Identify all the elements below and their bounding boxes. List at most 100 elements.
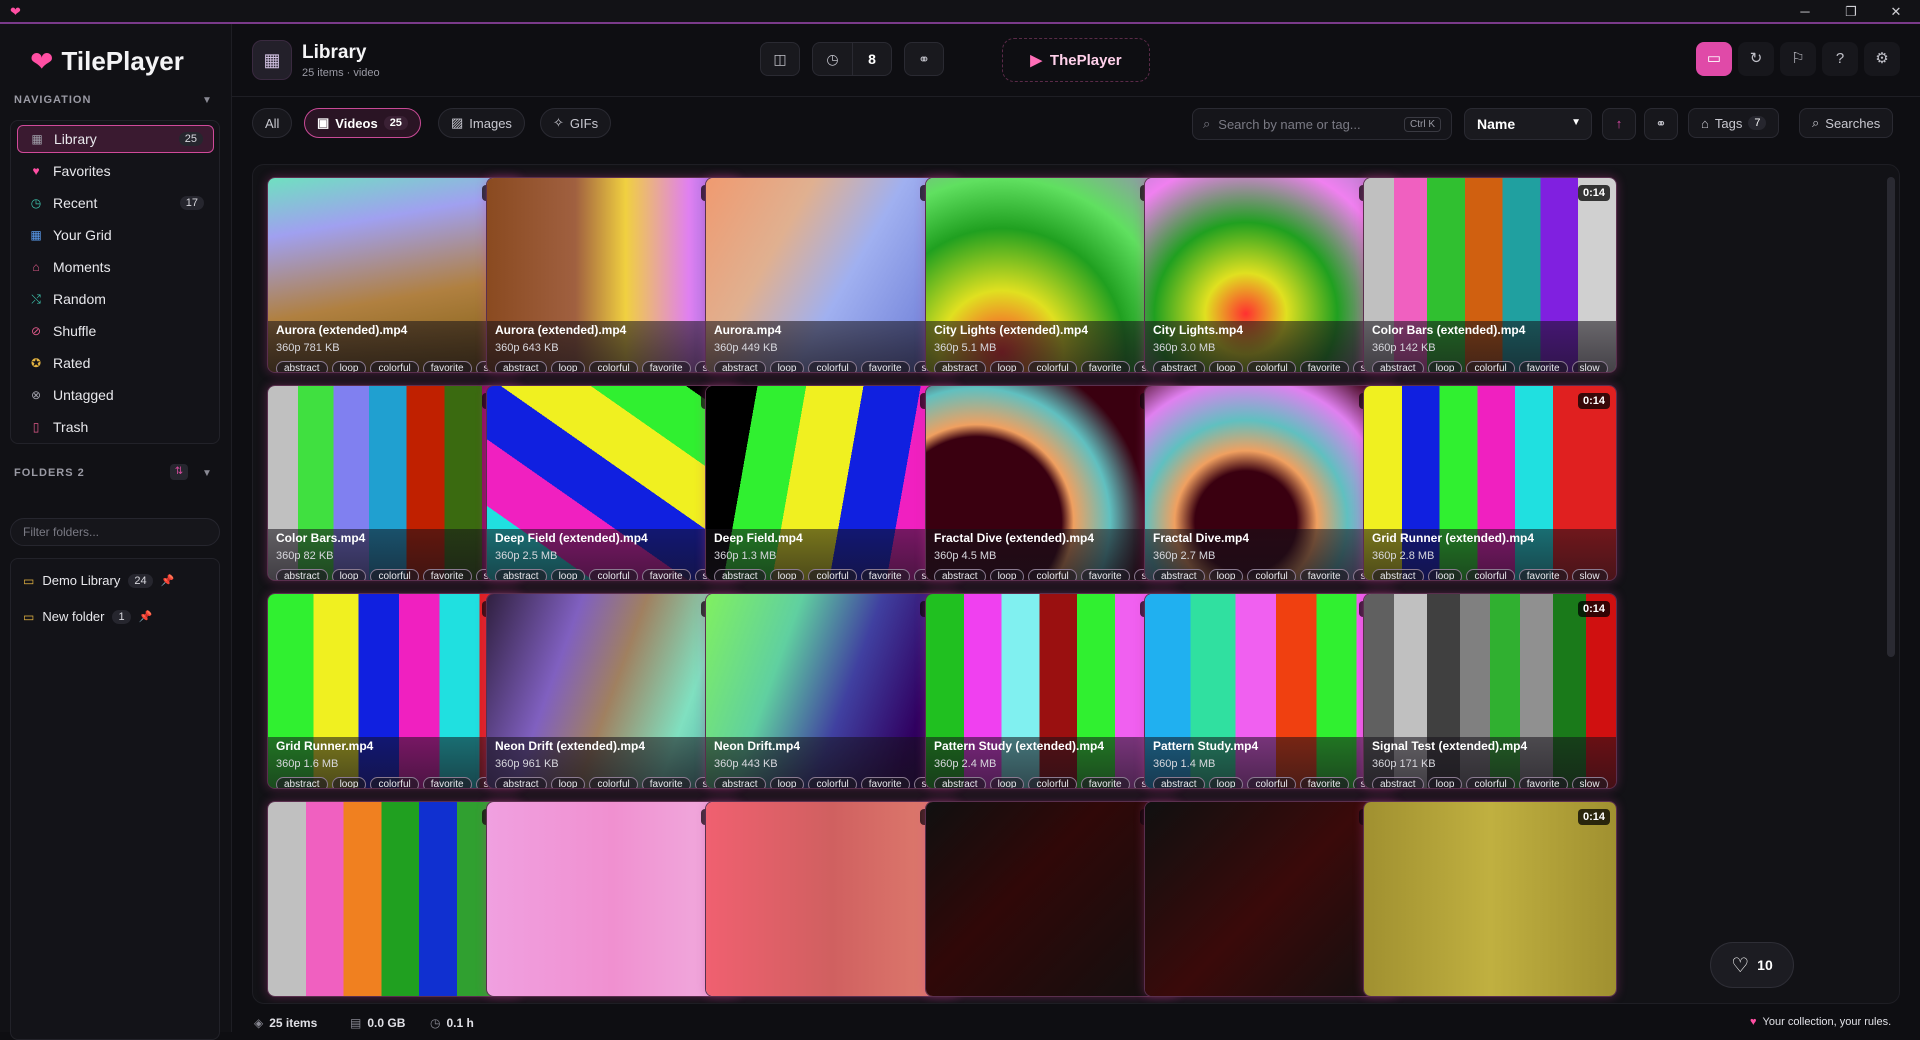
media-card[interactable]: 0:14 bbox=[486, 801, 740, 997]
tag-chip[interactable]: favorite bbox=[860, 361, 910, 372]
tag-chip[interactable]: colorful bbox=[1466, 777, 1515, 788]
tag-chip[interactable]: colorful bbox=[1247, 569, 1296, 580]
sidebar-item-favorites[interactable]: ♥ Favorites bbox=[17, 157, 214, 185]
tag-chip[interactable]: abstract bbox=[934, 361, 986, 372]
tag-chip[interactable]: abstract bbox=[1153, 777, 1205, 788]
tag-chip[interactable]: abstract bbox=[1153, 569, 1205, 580]
tag-chip[interactable]: abstract bbox=[1372, 777, 1424, 788]
tag-chip[interactable]: abstract bbox=[1153, 361, 1205, 372]
tag-chip[interactable]: favorite bbox=[422, 361, 472, 372]
tag-chip[interactable]: loop bbox=[1427, 777, 1463, 788]
clock-icon[interactable]: ◷ bbox=[812, 42, 852, 76]
tag-chip[interactable]: abstract bbox=[495, 777, 547, 788]
tag-chip[interactable]: slow bbox=[1571, 361, 1608, 372]
tag-chip[interactable]: loop bbox=[989, 777, 1025, 788]
tag-chip[interactable]: favorite bbox=[1080, 361, 1130, 372]
tag-chip[interactable]: favorite bbox=[1299, 777, 1349, 788]
pin-icon[interactable]: 📌 bbox=[161, 574, 175, 587]
tag-chip[interactable]: abstract bbox=[714, 361, 766, 372]
sidebar-item-library[interactable]: ▦ Library 25 bbox=[17, 125, 214, 153]
sidebar-item-untagged[interactable]: ⊗ Untagged bbox=[17, 381, 214, 409]
link-icon[interactable]: ⚭ bbox=[1644, 108, 1678, 140]
media-card[interactable]: 0:08City Lights.mp4360p 3.0 MBabstractlo… bbox=[1144, 177, 1398, 373]
folder-open-icon[interactable]: ▭ bbox=[1696, 42, 1732, 76]
sidebar-item-rated[interactable]: ✪ Rated bbox=[17, 349, 214, 377]
tag-chip[interactable]: loop bbox=[331, 361, 367, 372]
tag-chip[interactable]: loop bbox=[1208, 569, 1244, 580]
media-card[interactable]: 0:08 bbox=[1144, 801, 1398, 997]
tag-chip[interactable]: loop bbox=[550, 777, 586, 788]
chevron-down-icon[interactable]: ▼ bbox=[202, 95, 212, 106]
help-icon[interactable]: ? bbox=[1822, 42, 1858, 76]
filter-folders-input[interactable]: Filter folders... bbox=[10, 518, 220, 546]
tag-chip[interactable]: loop bbox=[1208, 361, 1244, 372]
filter-all[interactable]: All bbox=[252, 108, 293, 138]
tag-chip[interactable]: abstract bbox=[1372, 361, 1424, 372]
tag-chip[interactable]: colorful bbox=[370, 777, 419, 788]
media-card[interactable]: 0:08Pattern Study.mp4360p 1.4 MBabstract… bbox=[1144, 593, 1398, 789]
tag-chip[interactable]: colorful bbox=[1247, 361, 1296, 372]
tag-chip[interactable]: abstract bbox=[934, 777, 986, 788]
tag-chip[interactable]: favorite bbox=[1518, 569, 1568, 580]
favorites-counter[interactable]: ♡ 10 bbox=[1710, 942, 1794, 988]
media-card[interactable]: 0:14 bbox=[925, 801, 1179, 997]
bookmark-icon[interactable]: ⚐ bbox=[1780, 42, 1816, 76]
tag-chip[interactable]: loop bbox=[1427, 361, 1463, 372]
refresh-icon[interactable]: ↻ bbox=[1738, 42, 1774, 76]
sidebar-item-trash[interactable]: ▯ Trash bbox=[17, 413, 214, 441]
tag-chip[interactable]: abstract bbox=[934, 569, 986, 580]
tag-chip[interactable]: slow bbox=[1571, 777, 1608, 788]
media-card[interactable]: 0:14Deep Field (extended).mp4360p 2.5 MB… bbox=[486, 385, 740, 581]
gear-icon[interactable]: ⚙ bbox=[1864, 42, 1900, 76]
media-card[interactable]: 0:08 bbox=[705, 801, 959, 997]
tag-chip[interactable]: colorful bbox=[1028, 361, 1077, 372]
searches-button[interactable]: ⌕ Searches bbox=[1799, 108, 1894, 138]
tag-chip[interactable]: loop bbox=[769, 777, 805, 788]
filter-gifs[interactable]: ✧ GIFs bbox=[540, 108, 612, 138]
tag-chip[interactable]: loop bbox=[769, 569, 805, 580]
media-card[interactable]: 0:08Fractal Dive.mp4360p 2.7 MBabstractl… bbox=[1144, 385, 1398, 581]
tag-chip[interactable]: colorful bbox=[808, 569, 857, 580]
tag-chip[interactable]: abstract bbox=[1372, 569, 1424, 580]
tags-button[interactable]: ⌂ Tags 7 bbox=[1688, 108, 1780, 138]
tag-chip[interactable]: favorite bbox=[860, 777, 910, 788]
media-card[interactable]: 0:14City Lights (extended).mp4360p 5.1 M… bbox=[925, 177, 1179, 373]
media-card[interactable]: 0:14 Signal Test (extended).mp4 360p 171 K… bbox=[1363, 593, 1617, 789]
media-card[interactable]: 0:14Aurora (extended).mp4360p 781 KBabst… bbox=[267, 177, 521, 373]
clip-icon[interactable]: ◫ bbox=[760, 42, 800, 76]
tag-chip[interactable]: loop bbox=[331, 777, 367, 788]
tag-chip[interactable]: colorful bbox=[370, 361, 419, 372]
close-button[interactable]: ✕ bbox=[1876, 2, 1916, 22]
media-card[interactable]: 0:08Grid Runner.mp4360p 1.6 MBabstractlo… bbox=[267, 593, 521, 789]
tag-chip[interactable]: abstract bbox=[495, 569, 547, 580]
tag-chip[interactable]: favorite bbox=[422, 569, 472, 580]
tag-chip[interactable]: colorful bbox=[808, 777, 857, 788]
media-card[interactable]: 0:08Neon Drift.mp4360p 443 KBabstractloo… bbox=[705, 593, 959, 789]
media-card[interactable]: 0:14 Grid Runner (extended).mp4 360p 2.8 M… bbox=[1363, 385, 1617, 581]
sidebar-item-your-grid[interactable]: ▦ Your Grid bbox=[17, 221, 214, 249]
tag-chip[interactable]: colorful bbox=[1028, 777, 1077, 788]
folder-item[interactable]: ▭ Demo Library 24 📌 bbox=[23, 573, 174, 588]
media-card[interactable]: 0:14Aurora (extended).mp4360p 643 KBabst… bbox=[486, 177, 740, 373]
media-card[interactable]: 0:14 Color Bars (extended).mp4 360p 142 KB… bbox=[1363, 177, 1617, 373]
tag-chip[interactable]: colorful bbox=[1466, 569, 1515, 580]
tag-chip[interactable]: loop bbox=[769, 361, 805, 372]
media-card[interactable]: 0:14Pattern Study (extended).mp4360p 2.4… bbox=[925, 593, 1179, 789]
media-card[interactable]: 0:08 bbox=[267, 801, 521, 997]
sort-select[interactable]: Name ▼ bbox=[1464, 108, 1592, 140]
tag-chip[interactable]: favorite bbox=[641, 777, 691, 788]
link-icon[interactable]: ⚭ bbox=[904, 42, 944, 76]
filter-videos[interactable]: ▣ Videos 25 bbox=[304, 108, 421, 138]
tag-chip[interactable]: abstract bbox=[276, 777, 328, 788]
tag-chip[interactable]: colorful bbox=[589, 777, 638, 788]
tag-chip[interactable]: abstract bbox=[714, 777, 766, 788]
sort-folders-icon[interactable]: ⇅ bbox=[170, 464, 188, 480]
sidebar-item-shuffle[interactable]: ⊘ Shuffle bbox=[17, 317, 214, 345]
tag-chip[interactable]: colorful bbox=[1466, 361, 1515, 372]
folder-item[interactable]: ▭ New folder 1 📌 bbox=[23, 609, 152, 624]
tag-chip[interactable]: loop bbox=[550, 361, 586, 372]
tag-chip[interactable]: favorite bbox=[1518, 777, 1568, 788]
tag-chip[interactable]: colorful bbox=[808, 361, 857, 372]
scrollbar[interactable] bbox=[1887, 177, 1895, 657]
tag-chip[interactable]: colorful bbox=[370, 569, 419, 580]
